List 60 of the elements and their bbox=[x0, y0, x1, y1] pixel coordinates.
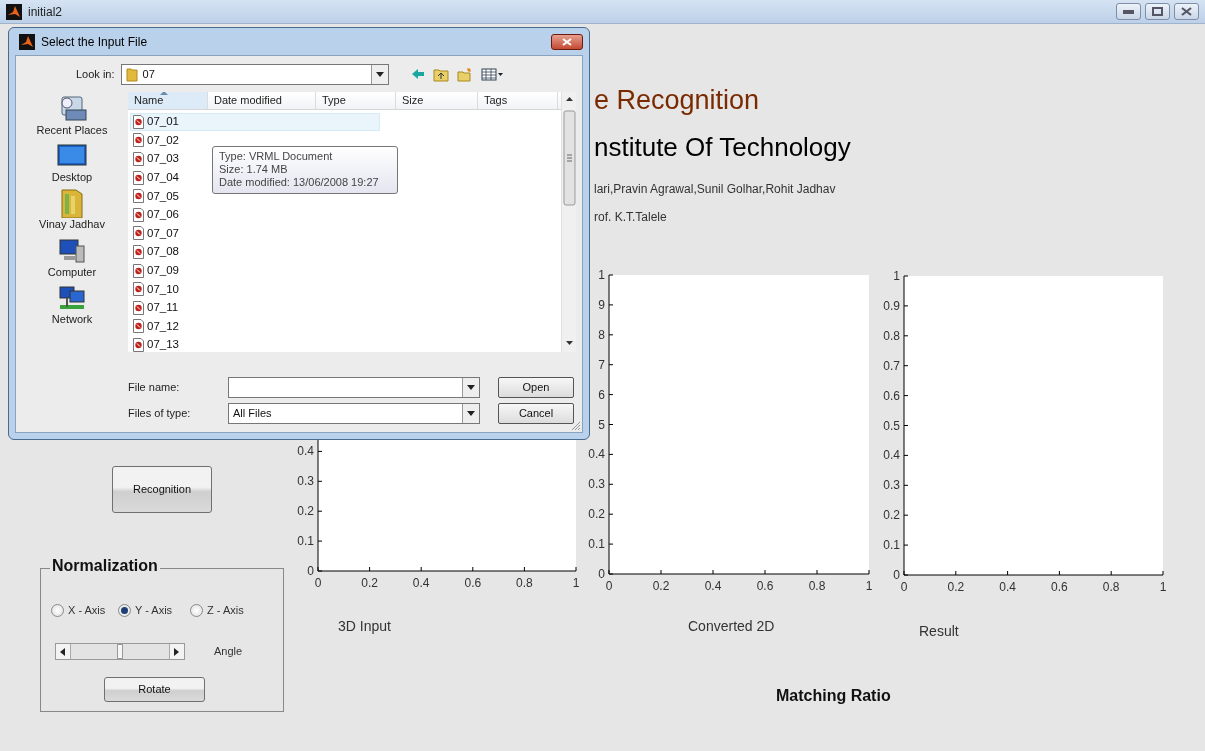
tick-label: 0.2 bbox=[652, 579, 670, 593]
tick-label: 0.4 bbox=[412, 576, 430, 590]
tick-label: 0.1 bbox=[297, 534, 314, 549]
file-type-label: Files of type: bbox=[128, 406, 192, 422]
dialog-title: Select the Input File bbox=[41, 33, 148, 51]
tick-label: 0.8 bbox=[808, 579, 826, 593]
tick-label: 5 bbox=[598, 417, 605, 432]
tick-label: 0 bbox=[893, 568, 900, 582]
tick-label: 0.2 bbox=[297, 504, 314, 519]
tick-label: 1 bbox=[598, 268, 605, 282]
tick-label: 0 bbox=[314, 576, 322, 590]
tick-label: 0.1 bbox=[588, 537, 605, 552]
tick-label: 8 bbox=[598, 327, 605, 342]
tick-label: 1 bbox=[865, 579, 873, 593]
plot-caption: 3D Input bbox=[338, 617, 391, 636]
tick-label: 0.4 bbox=[297, 444, 314, 459]
tick-label: 0.3 bbox=[297, 474, 314, 489]
tick-label: 0.8 bbox=[883, 328, 900, 343]
tick-label: 0 bbox=[900, 580, 908, 594]
tick-label: 0.8 bbox=[516, 576, 533, 590]
tick-label: 0.7 bbox=[883, 358, 900, 373]
institute-name: nstitute Of Technology bbox=[594, 134, 851, 160]
tooltip: Type: VRML Document Size: 1.74 MB Date modified: 13/06/2008 19:27 bbox=[212, 146, 398, 194]
tick-label: 9 bbox=[598, 297, 605, 312]
tick-label: 0.3 bbox=[883, 478, 900, 493]
tick-label: 0.9 bbox=[883, 298, 900, 313]
window-title: initial2 bbox=[28, 3, 63, 21]
plot-caption: Converted 2D bbox=[688, 617, 775, 636]
tick-label: 0.3 bbox=[588, 477, 605, 492]
author-names: lari,Pravin Agrawal,Sunil Golhar,Rohit Jadhav bbox=[594, 181, 836, 198]
tick-label: 1 bbox=[572, 576, 580, 590]
tick-label: 0.4 bbox=[704, 579, 722, 593]
guide-name: rof. K.T.Talele bbox=[594, 209, 667, 226]
tick-label: 0 bbox=[598, 567, 605, 581]
tick-label: 0.4 bbox=[999, 580, 1016, 594]
tick-label: 7 bbox=[598, 357, 605, 372]
tick-label: 0.2 bbox=[361, 576, 378, 590]
tick-label: 0.6 bbox=[883, 388, 900, 403]
tick-label: 0.4 bbox=[588, 447, 605, 462]
tick-label: 0 bbox=[605, 579, 613, 593]
tick-label: 0.6 bbox=[1051, 580, 1068, 594]
tick-label: 0 bbox=[307, 564, 314, 578]
tick-label: 0.6 bbox=[756, 579, 774, 593]
tick-label: 0.2 bbox=[947, 580, 965, 594]
angle-label: Angle bbox=[214, 644, 243, 659]
plot-caption: Result bbox=[919, 622, 959, 641]
tick-label: 1 bbox=[1159, 580, 1167, 594]
tick-label: 0.2 bbox=[883, 508, 900, 523]
tick-label: 0.4 bbox=[883, 448, 900, 463]
file-name-label: File name: bbox=[128, 380, 181, 396]
tick-label: 0.2 bbox=[588, 507, 605, 522]
app-title: e Recognition bbox=[594, 87, 760, 114]
tick-label: 0.8 bbox=[1102, 580, 1120, 594]
tick-label: 0.1 bbox=[883, 538, 900, 553]
tick-label: 0.5 bbox=[883, 418, 900, 433]
matching-ratio-label: Matching Ratio bbox=[776, 686, 892, 706]
tick-label: 1 bbox=[893, 269, 900, 283]
tick-label: 6 bbox=[598, 387, 605, 402]
look-in-label: Look in: bbox=[76, 66, 115, 82]
tick-label: 0.6 bbox=[464, 576, 482, 590]
